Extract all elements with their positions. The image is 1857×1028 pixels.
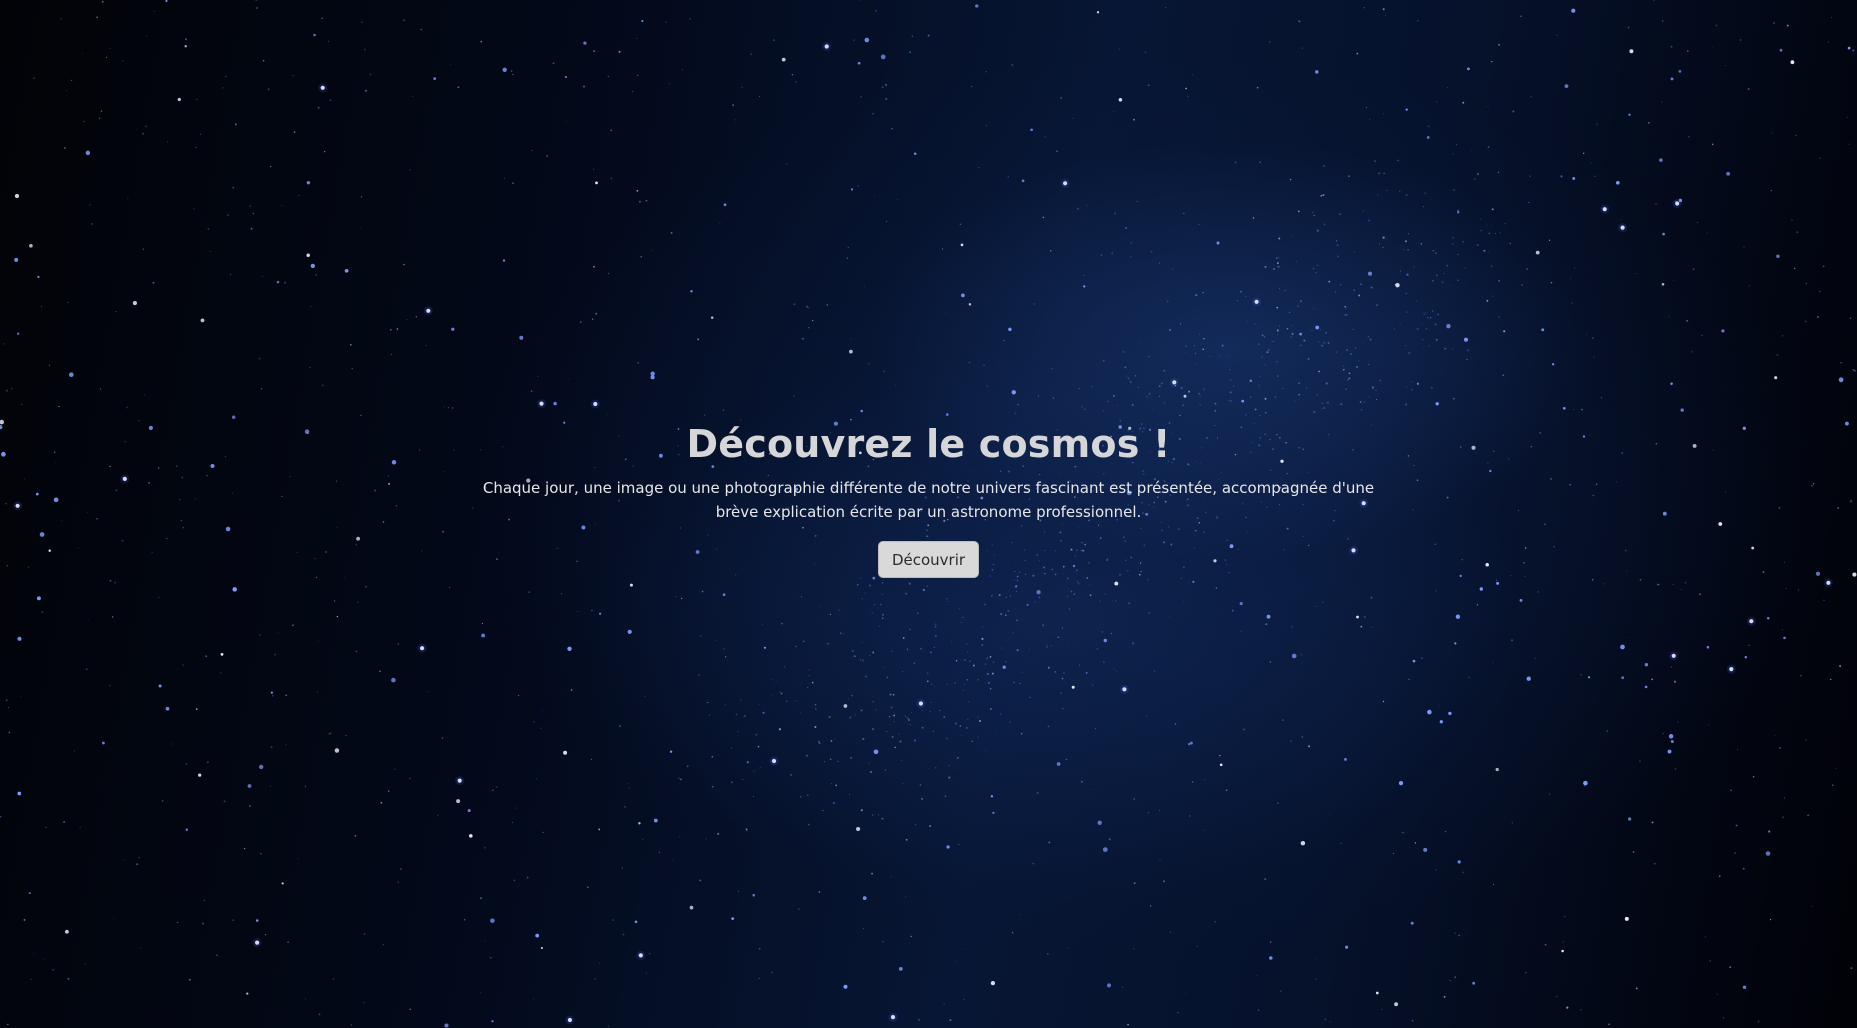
hero-section: Découvrez le cosmos ! Chaque jour, une i… [0,0,1857,1028]
discover-button[interactable]: Découvrir [877,541,980,578]
hero-description: Chaque jour, une image ou une photograph… [482,479,1375,521]
hero-content: Découvrez le cosmos ! Chaque jour, une i… [0,418,1857,578]
hero-title: Découvrez le cosmos ! [686,422,1171,466]
